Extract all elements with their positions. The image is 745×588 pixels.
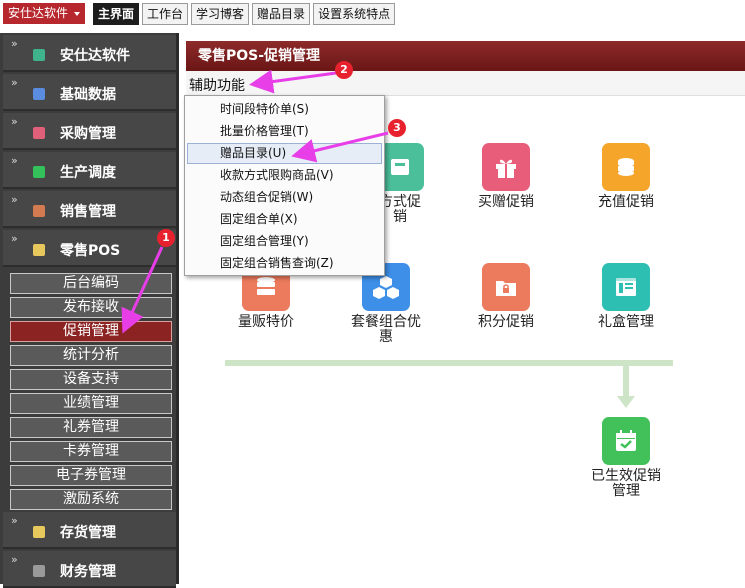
caret-down-icon — [74, 12, 80, 16]
finance-icon — [33, 565, 45, 577]
double-chevron-icon: » — [11, 514, 18, 527]
sidebar-item-card-coupons[interactable]: 卡券管理 — [10, 441, 172, 462]
sidebar-item-publish-receive[interactable]: 发布接收 — [10, 297, 172, 318]
sidebar-item-gift-coupons[interactable]: 礼券管理 — [10, 417, 172, 438]
sidebar-module-label: 财务管理 — [60, 564, 116, 580]
menu-item-time-period-special[interactable]: 时间段特价单(S) — [187, 99, 382, 120]
sidebar-item-incentives[interactable]: 激励系统 — [10, 489, 172, 510]
flow-connector-vertical — [623, 366, 629, 398]
panel-title: 零售POS-促销管理 — [186, 41, 745, 71]
sidebar-item-statistics[interactable]: 统计分析 — [10, 345, 172, 366]
sidebar-module-production[interactable]: » 生产调度 — [3, 152, 176, 189]
sidebar: » 安仕达软件 » 基础数据 » 采购管理 » 生产调度 » 销售管理 » 零售… — [0, 33, 179, 588]
double-chevron-icon: » — [11, 553, 18, 566]
menu-item-fixed-combo-management[interactable]: 固定组合管理(Y) — [187, 231, 382, 252]
sidebar-module-label: 生产调度 — [60, 165, 116, 181]
sidebar-module-label: 采购管理 — [60, 126, 116, 142]
tile-buy-gift-promotion[interactable]: 买赠促销 — [456, 143, 556, 223]
tab-gift-catalog[interactable]: 赠品目录 — [252, 3, 311, 25]
cart-icon — [33, 127, 45, 139]
inventory-icon — [33, 526, 45, 538]
double-chevron-icon: » — [11, 193, 18, 206]
toolbar: 辅助功能 — [186, 71, 745, 96]
sidebar-module-label: 安仕达软件 — [60, 48, 130, 64]
tab-workbench[interactable]: 工作台 — [142, 3, 189, 25]
sidebar-module-anshida[interactable]: » 安仕达软件 — [3, 35, 176, 72]
menu-item-gift-catalog[interactable]: 赠品目录(U) — [187, 143, 382, 164]
coins-icon — [602, 143, 650, 191]
double-chevron-icon: » — [11, 37, 18, 50]
tile-label: 量贩特价 — [238, 314, 294, 330]
sidebar-item-backend-coding[interactable]: 后台编码 — [10, 273, 172, 294]
tile-label: 套餐组合优 惠 — [351, 314, 421, 345]
sidebar-item-promotion-management[interactable]: 促销管理 — [10, 321, 172, 342]
tile-label: 积分促销 — [478, 314, 534, 330]
sidebar-module-inventory[interactable]: » 存货管理 — [3, 512, 176, 549]
sidebar-module-label: 存货管理 — [60, 525, 116, 541]
annotation-marker-3: 3 — [388, 119, 406, 137]
annotation-marker-2: 2 — [335, 61, 353, 79]
calendar-check-icon — [602, 417, 650, 465]
sidebar-module-base-data[interactable]: » 基础数据 — [3, 74, 176, 111]
double-chevron-down-icon: » — [11, 232, 18, 245]
gift-icon — [482, 143, 530, 191]
sidebar-module-retail-pos[interactable]: » 零售POS — [3, 230, 176, 267]
double-chevron-icon: » — [11, 154, 18, 167]
tile-label: 已生效促销 管理 — [591, 468, 661, 499]
tile-points-promotion[interactable]: 积分促销 — [456, 263, 556, 343]
app-menu-dropdown[interactable]: 安仕达软件 — [3, 3, 85, 24]
flow-connector-horizontal — [225, 360, 673, 366]
annotation-marker-1: 1 — [157, 229, 175, 247]
double-chevron-icon: » — [11, 76, 18, 89]
sidebar-module-label: 销售管理 — [60, 204, 116, 220]
sidebar-module-purchasing[interactable]: » 采购管理 — [3, 113, 176, 150]
tile-recharge-promotion[interactable]: 充值促销 — [576, 143, 676, 223]
tile-label: 充值促销 — [598, 194, 654, 210]
auxiliary-functions-button[interactable]: 辅助功能 — [189, 75, 245, 95]
menu-item-dynamic-combo-promotion[interactable]: 动态组合促销(W) — [187, 187, 382, 208]
factory-icon — [33, 166, 45, 178]
sidebar-item-performance[interactable]: 业绩管理 — [10, 393, 172, 414]
arrow-down-icon — [617, 396, 635, 408]
tile-label: 买赠促销 — [478, 194, 534, 210]
app-icon — [33, 49, 45, 61]
sidebar-module-label: 零售POS — [60, 243, 121, 259]
window-icon — [602, 263, 650, 311]
menu-item-bulk-price-management[interactable]: 批量价格管理(T) — [187, 121, 382, 142]
tab-home[interactable]: 主界面 — [93, 3, 140, 25]
double-chevron-icon: » — [11, 115, 18, 128]
tile-gift-box-management[interactable]: 礼盒管理 — [576, 263, 676, 343]
sidebar-item-e-coupons[interactable]: 电子券管理 — [10, 465, 172, 486]
sales-icon — [33, 205, 45, 217]
sidebar-module-sales[interactable]: » 销售管理 — [3, 191, 176, 228]
menu-item-payment-limited-goods[interactable]: 收款方式限购商品(V) — [187, 165, 382, 186]
auxiliary-functions-menu: 时间段特价单(S) 批量价格管理(T) 赠品目录(U) 收款方式限购商品(V) … — [184, 95, 385, 276]
sidebar-module-label: 基础数据 — [60, 87, 116, 103]
menu-item-fixed-combo-order[interactable]: 固定组合单(X) — [187, 209, 382, 230]
database-icon — [33, 88, 45, 100]
pos-icon — [33, 244, 45, 256]
tab-system-features[interactable]: 设置系统特点 — [313, 3, 396, 25]
tile-active-promotion-management[interactable]: 已生效促销 管理 — [576, 417, 676, 499]
tile-label: 礼盒管理 — [598, 314, 654, 330]
menu-item-fixed-combo-sales-query[interactable]: 固定组合销售查询(Z) — [187, 253, 382, 274]
sidebar-module-finance[interactable]: » 财务管理 — [3, 551, 176, 588]
sidebar-item-device-support[interactable]: 设备支持 — [10, 369, 172, 390]
tab-learning-blog[interactable]: 学习博客 — [191, 3, 250, 25]
top-bar: 安仕达软件 主界面 工作台 学习博客 赠品目录 设置系统特点 — [0, 0, 745, 27]
tab-strip: 主界面 工作台 学习博客 赠品目录 设置系统特点 — [93, 3, 396, 25]
folder-lock-icon — [482, 263, 530, 311]
app-menu-label: 安仕达软件 — [8, 6, 69, 20]
